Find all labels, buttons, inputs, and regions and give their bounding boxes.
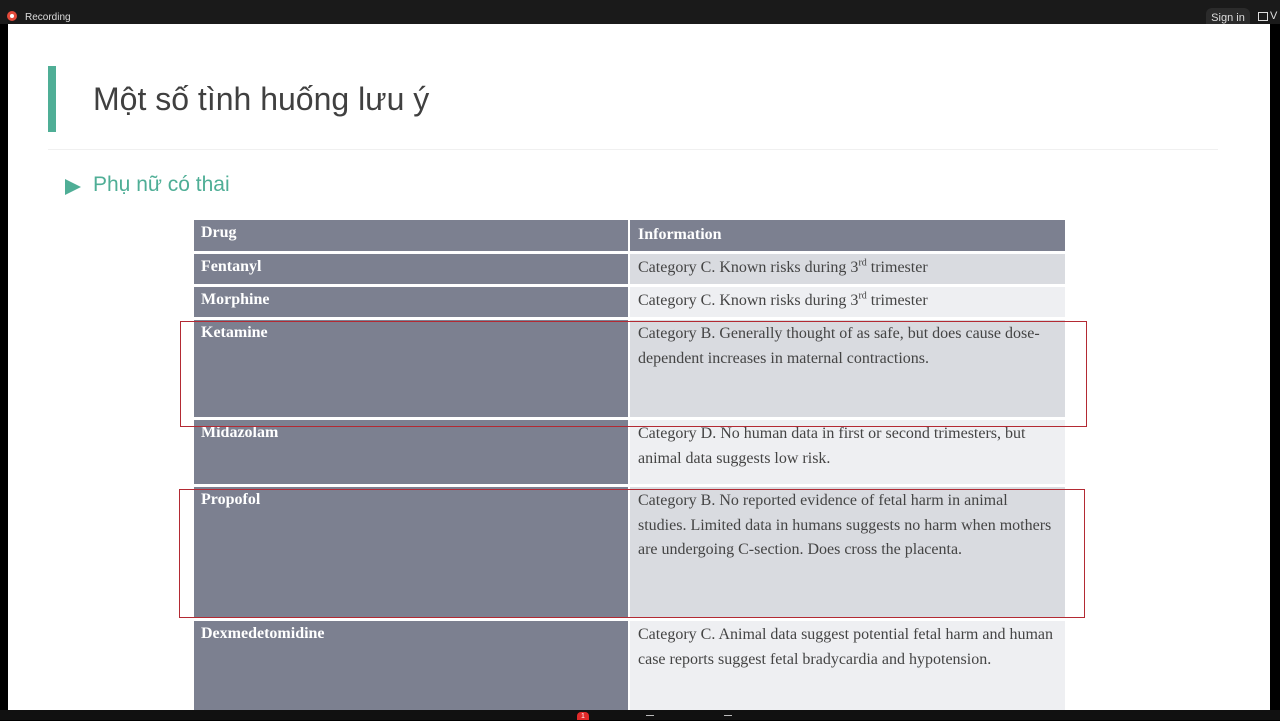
slide-title: Một số tình huống lưu ý [93,81,430,117]
drug-cell: Morphine [194,287,628,317]
info-cell: Category C. Known risks during 3rd trime… [630,287,1065,317]
table-row: Dexmedetomidine Category C. Animal data … [194,621,1065,710]
info-superscript: rd [858,257,867,269]
toolbar-icon[interactable] [724,715,732,721]
header-information: Information [630,220,1065,251]
view-label: V [1270,10,1278,22]
recording-label: Recording [25,12,71,23]
info-cell: Category B. Generally thought of as safe… [630,320,1065,417]
info-text-end: trimester [866,259,928,276]
title-accent-bar [48,66,56,132]
toolbar-icon[interactable] [646,715,654,721]
recording-icon [7,11,17,21]
table-header-row: Drug Information [194,220,1065,251]
drug-cell: Fentanyl [194,254,628,284]
header-drug: Drug [194,220,628,251]
grid-view-icon [1258,11,1268,21]
top-bar: Recording Sign in V [0,0,1280,30]
drug-cell: Midazolam [194,420,628,484]
notification-badge[interactable]: 1 [577,712,589,720]
bullet-arrow-icon [65,179,81,195]
table-row: Ketamine Category B. Generally thought o… [194,320,1065,417]
title-divider [48,149,1218,150]
shared-slide: Một số tình huống lưu ý Phụ nữ có thai D… [8,24,1270,710]
info-cell: Category D. No human data in first or se… [630,420,1065,484]
info-text-end: trimester [866,292,928,309]
info-superscript: rd [858,290,867,302]
table-row: Morphine Category C. Known risks during … [194,287,1065,317]
bullet-heading: Phụ nữ có thai [93,173,230,196]
info-cell: Category B. No reported evidence of feta… [630,487,1065,618]
info-text: Category C. Known risks during 3 [638,292,859,309]
info-cell: Category C. Animal data suggest potentia… [630,621,1065,710]
table-row: Fentanyl Category C. Known risks during … [194,254,1065,284]
table-row: Midazolam Category D. No human data in f… [194,420,1065,484]
drug-cell: Ketamine [194,320,628,417]
info-cell: Category C. Known risks during 3rd trime… [630,254,1065,284]
drug-cell: Propofol [194,487,628,618]
table-row: Propofol Category B. No reported evidenc… [194,487,1065,618]
bottom-toolbar [0,710,1280,720]
info-text: Category C. Known risks during 3 [638,259,859,276]
drug-cell: Dexmedetomidine [194,621,628,710]
